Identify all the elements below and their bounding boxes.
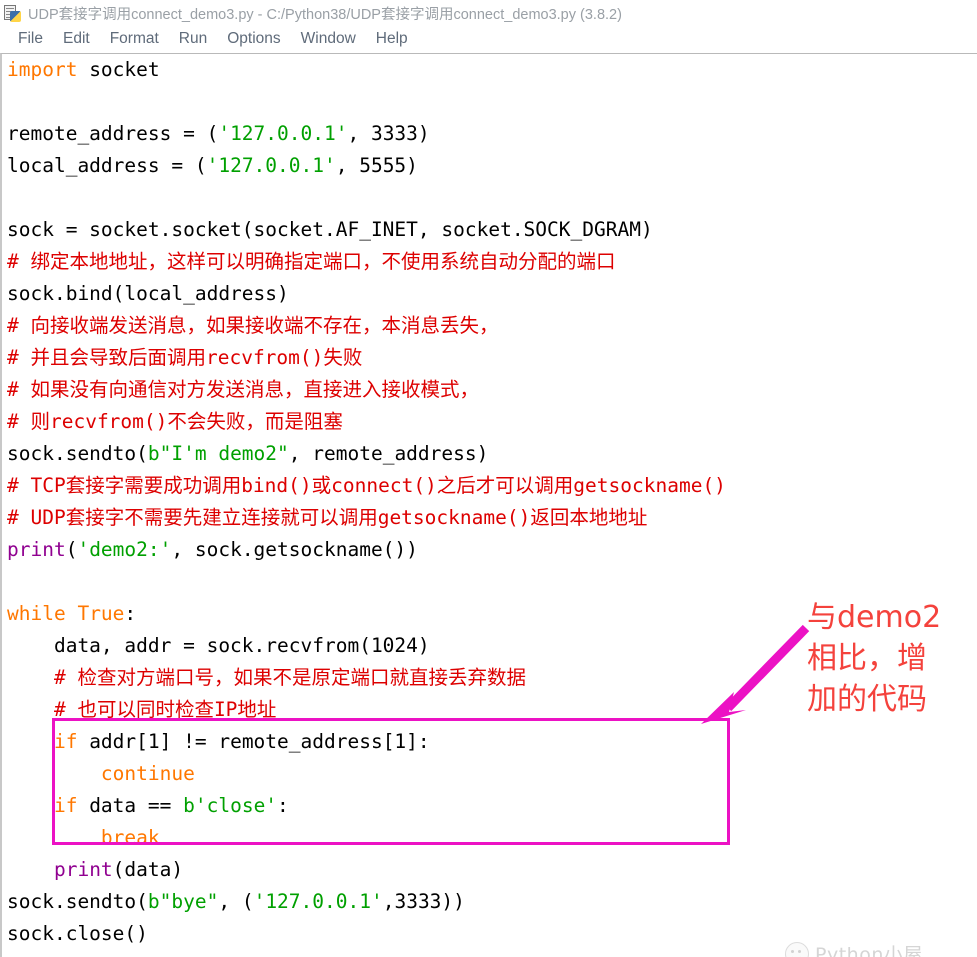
code-token: b"I'm demo2" (147, 442, 289, 465)
code-line: remote_address = ('127.0.0.1', 3333) (7, 118, 726, 150)
menu-item-run[interactable]: Run (169, 29, 217, 50)
code-token: sock.bind(local_address) (7, 282, 289, 305)
code-token: True (77, 602, 125, 625)
code-line: # UDP套接字不需要先建立连接就可以调用getsockname()返回本地地址 (7, 502, 726, 534)
code-token: addr[1] != remote_address[1]: (77, 730, 430, 753)
code-line: # 也可以同时检查IP地址 (7, 694, 726, 726)
code-token: remote_address = ( (7, 122, 219, 145)
menu-item-file[interactable]: File (8, 29, 53, 50)
code-token: # 向接收端发送消息，如果接收端不存在，本消息丢失， (7, 314, 499, 337)
callout-text: 与demo2 相比，增 加的代码 (807, 600, 942, 717)
code-line: print(data) (7, 854, 726, 886)
code-token: , 3333) (347, 122, 430, 145)
code-token: local_address = ( (7, 154, 207, 177)
code-line: sock.close() (7, 918, 726, 950)
code-line: if data == b'close': (7, 790, 726, 822)
code-line: import socket (7, 54, 726, 86)
menu-item-format[interactable]: Format (100, 29, 169, 50)
code-token: ( (65, 538, 78, 561)
code-line: # 如果没有向通信对方发送消息，直接进入接收模式， (7, 374, 726, 406)
code-line: data, addr = sock.recvfrom(1024) (7, 630, 726, 662)
code-line: # 检查对方端口号，如果不是原定端口就直接丢弃数据 (7, 662, 726, 694)
code-line: sock.bind(local_address) (7, 278, 726, 310)
code-token: , remote_address) (288, 442, 489, 465)
code-line: print('demo2:', sock.getsockname()) (7, 534, 726, 566)
code-token: # 并且会导致后面调用recvfrom()失败 (7, 346, 363, 369)
code-line: sock.sendto(b"I'm demo2", remote_address… (7, 438, 726, 470)
code-token: # 检查对方端口号，如果不是原定端口就直接丢弃数据 (7, 666, 526, 689)
code-line: # 绑定本地地址，这样可以明确指定端口，不使用系统自动分配的端口 (7, 246, 726, 278)
code-token: break (100, 826, 160, 849)
code-token: data == (77, 794, 184, 817)
python-idle-icon (4, 4, 21, 22)
code-token: # 如果没有向通信对方发送消息，直接进入接收模式， (7, 378, 479, 401)
code-token: ,3333)) (382, 890, 465, 913)
code-token: print (53, 858, 113, 881)
code-token: b"bye" (147, 890, 219, 913)
code-token: if (53, 794, 78, 817)
code-token: print (7, 538, 66, 561)
code-line: local_address = ('127.0.0.1', 5555) (7, 150, 726, 182)
code-token: : (277, 794, 289, 817)
code-token: sock.sendto( (7, 890, 148, 913)
source-code[interactable]: import socket remote_address = ('127.0.0… (7, 54, 726, 950)
menu-bar: File Edit Format Run Options Window Help (0, 26, 977, 53)
menu-item-options[interactable]: Options (217, 29, 290, 50)
code-token: , sock.getsockname()) (171, 538, 418, 561)
code-token: '127.0.0.1' (253, 890, 383, 913)
code-line: # 向接收端发送消息，如果接收端不存在，本消息丢失， (7, 310, 726, 342)
code-token: b'close' (183, 794, 278, 817)
code-token: (data) (112, 858, 184, 881)
code-token: sock = socket.socket(socket.AF_INET, soc… (7, 218, 653, 241)
code-editor-area[interactable]: import socket remote_address = ('127.0.0… (0, 53, 977, 957)
code-token: # UDP套接字不需要先建立连接就可以调用getsockname()返回本地地址 (7, 506, 648, 529)
code-token: , ( (218, 890, 254, 913)
code-line: # 并且会导致后面调用recvfrom()失败 (7, 342, 726, 374)
code-token: # 绑定本地地址，这样可以明确指定端口，不使用系统自动分配的端口 (7, 250, 616, 273)
watermark-title: Python小屋 (815, 944, 923, 957)
menu-item-help[interactable]: Help (366, 29, 418, 50)
code-token: sock.close() (7, 922, 148, 945)
code-token: # 则recvfrom()不会失败，而是阻塞 (7, 410, 343, 433)
code-token: socket (77, 58, 160, 81)
code-token: : (124, 602, 137, 625)
code-line: # 则recvfrom()不会失败，而是阻塞 (7, 406, 726, 438)
watermark: Python小屋 @51CTO博客 (785, 940, 977, 957)
avatar-icon (785, 941, 809, 957)
code-token: # TCP套接字需要成功调用bind()或connect()之后才可以调用get… (7, 474, 726, 497)
code-token: import (7, 58, 78, 81)
code-token: continue (100, 762, 195, 785)
code-token: , 5555) (335, 154, 418, 177)
window-title: UDP套接字调用connect_demo3.py - C:/Python38/U… (28, 6, 622, 23)
code-line: if addr[1] != remote_address[1]: (7, 726, 726, 758)
code-token: sock.sendto( (7, 442, 148, 465)
code-token: '127.0.0.1' (206, 154, 336, 177)
window-title-bar: UDP套接字调用connect_demo3.py - C:/Python38/U… (0, 0, 977, 26)
code-token: # 也可以同时检查IP地址 (7, 698, 277, 721)
code-line: sock = socket.socket(socket.AF_INET, soc… (7, 214, 726, 246)
menu-item-window[interactable]: Window (291, 29, 366, 50)
code-line: sock.sendto(b"bye", ('127.0.0.1',3333)) (7, 886, 726, 918)
menu-item-edit[interactable]: Edit (53, 29, 100, 50)
code-token: 'demo2:' (77, 538, 172, 561)
code-line: continue (7, 758, 726, 790)
code-line: # TCP套接字需要成功调用bind()或connect()之后才可以调用get… (7, 470, 726, 502)
code-token: '127.0.0.1' (218, 122, 348, 145)
code-token: while (7, 602, 66, 625)
code-line: break (7, 822, 726, 854)
code-line: while True: (7, 598, 726, 630)
code-token: data, addr = sock.recvfrom(1024) (7, 634, 430, 657)
code-token: if (53, 730, 78, 753)
